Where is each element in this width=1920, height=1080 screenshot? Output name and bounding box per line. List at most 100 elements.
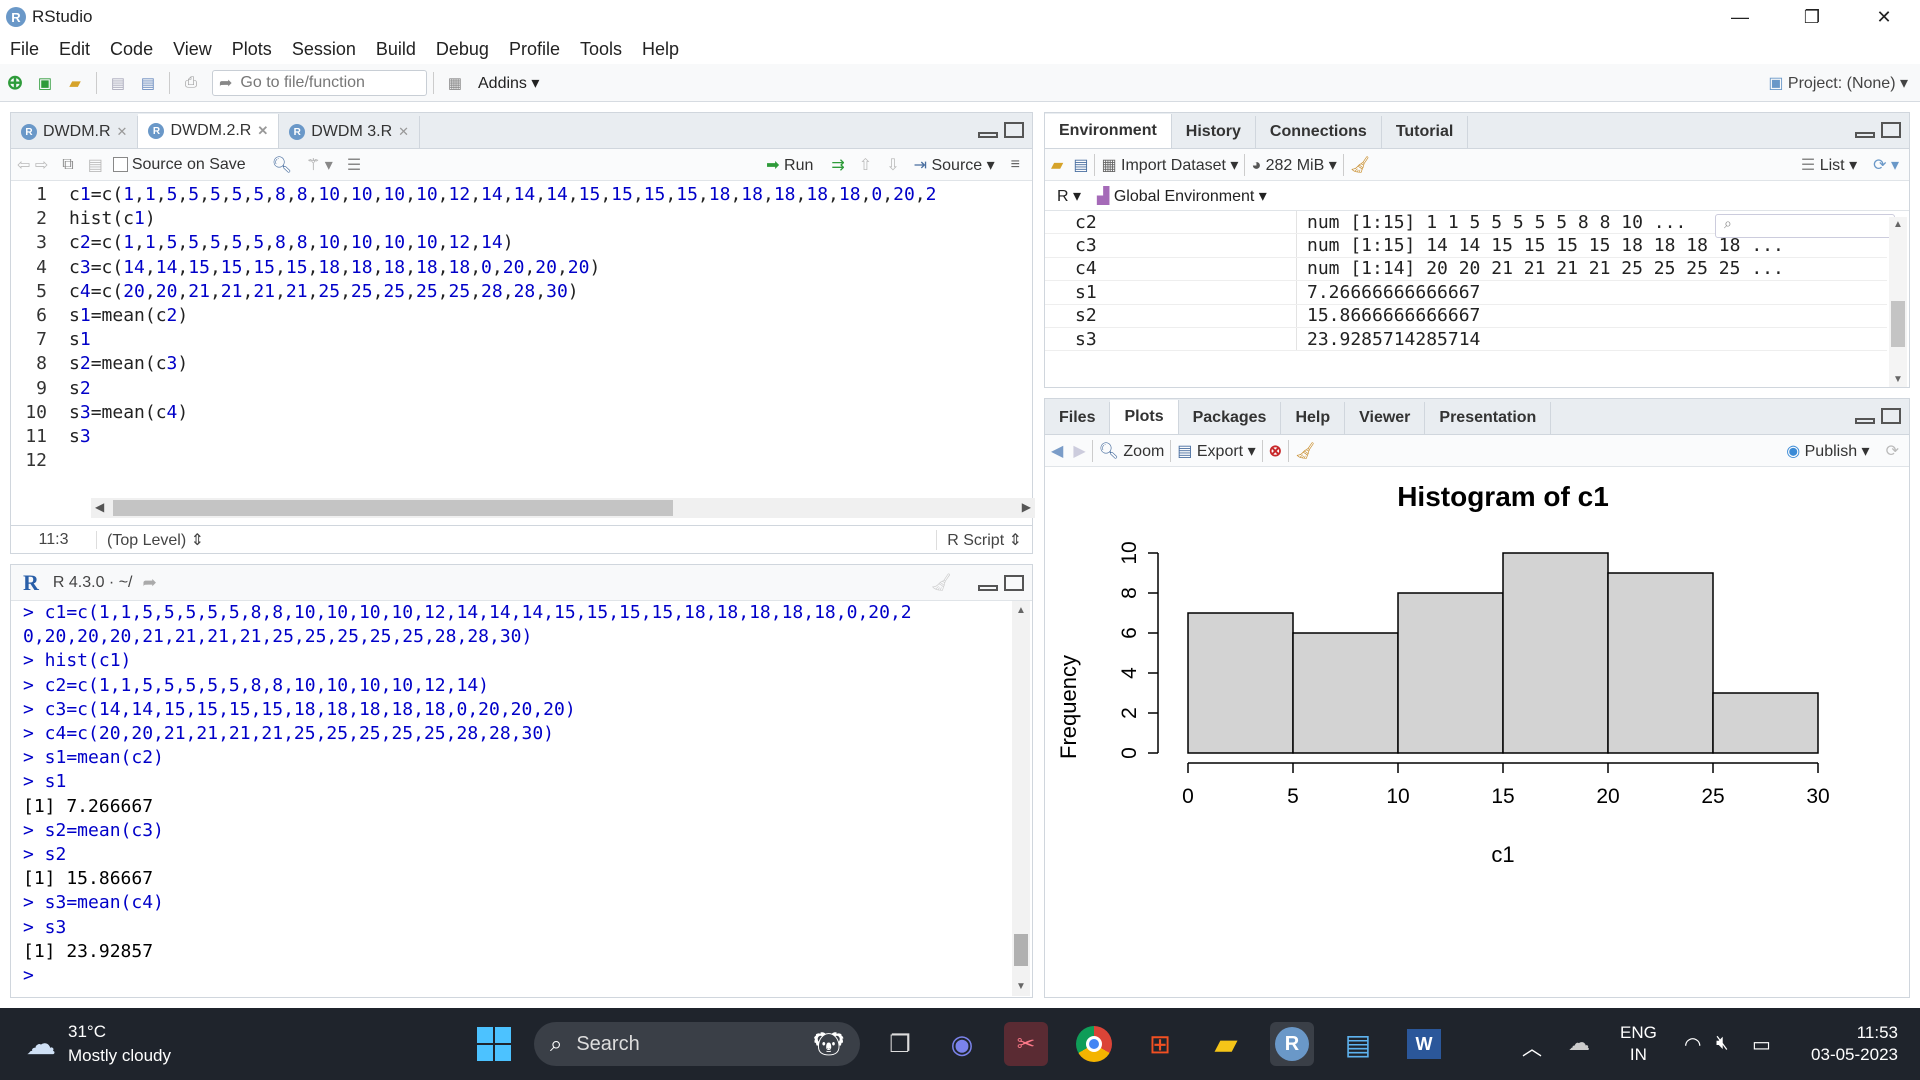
language-selector[interactable]: R ▾ bbox=[1057, 186, 1081, 206]
weather-widget[interactable]: ☁ 31°C Mostly cloudy bbox=[26, 1020, 171, 1068]
volume-muted-icon[interactable]: 🔇︎ bbox=[1716, 1032, 1729, 1055]
wifi-icon[interactable]: ◠ bbox=[1684, 1032, 1701, 1057]
code-line[interactable]: 3 c2=c(1,1,5,5,5,5,5,8,8,10,10,10,10,12,1… bbox=[11, 231, 1032, 255]
menu-item-plots[interactable]: Plots bbox=[222, 39, 282, 60]
tab-dwdm-r[interactable]: R DWDM.R ✕ bbox=[11, 116, 139, 148]
minimize-pane-icon[interactable] bbox=[978, 585, 998, 591]
menu-item-code[interactable]: Code bbox=[100, 39, 163, 60]
refresh-icon[interactable]: ⟳ bbox=[1886, 441, 1899, 461]
tab-tutorial[interactable]: Tutorial bbox=[1382, 116, 1469, 148]
code-line[interactable]: 1 c1=c(1,1,5,5,5,5,5,8,8,10,10,10,10,12,1… bbox=[11, 183, 1032, 207]
source-button[interactable]: ⇥ Source ▾ bbox=[914, 155, 995, 175]
export-button[interactable]: ▤ Export ▾ bbox=[1177, 441, 1255, 461]
environment-row[interactable]: c4 num [1:14] 20 20 21 21 21 21 25 25 25 … bbox=[1045, 257, 1887, 282]
horizontal-scrollbar[interactable]: ◀ ▶ bbox=[91, 498, 1035, 518]
code-line[interactable]: 8 s2=mean(c3) bbox=[11, 352, 1032, 376]
tab-environment[interactable]: Environment bbox=[1045, 114, 1172, 148]
environment-scrollbar[interactable]: ▲ ▼ bbox=[1889, 217, 1907, 387]
open-file-icon[interactable]: ▰ bbox=[63, 71, 87, 95]
tab-help[interactable]: Help bbox=[1281, 402, 1346, 434]
microsoft-store-icon[interactable]: ⊞ bbox=[1138, 1022, 1182, 1066]
clear-plots-icon[interactable]: 🧹︎ bbox=[1295, 441, 1315, 461]
close-tab-icon[interactable]: ✕ bbox=[398, 124, 409, 140]
show-in-window-icon[interactable]: ⧉ bbox=[62, 156, 73, 174]
previous-plot-icon[interactable]: ◀ bbox=[1051, 441, 1063, 461]
restore-button[interactable]: ❐ bbox=[1776, 0, 1848, 34]
file-type-selector[interactable]: R Script ⇕ bbox=[936, 529, 1032, 550]
save-icon[interactable]: ▤ bbox=[106, 71, 130, 95]
code-line[interactable]: 12 bbox=[11, 449, 1032, 473]
source-on-save-checkbox[interactable] bbox=[112, 157, 128, 172]
magic-wand-icon[interactable]: ⚚ ▾ bbox=[306, 155, 333, 175]
code-line[interactable]: 6 s1=mean(c2) bbox=[11, 304, 1032, 328]
snipping-tool-icon[interactable]: ✂ bbox=[1004, 1022, 1048, 1066]
load-workspace-icon[interactable]: ▰ bbox=[1051, 155, 1063, 175]
maximize-pane-icon[interactable] bbox=[1004, 122, 1024, 138]
maximize-pane-icon[interactable] bbox=[1881, 408, 1901, 424]
menu-item-help[interactable]: Help bbox=[632, 39, 689, 60]
menu-item-file[interactable]: File bbox=[0, 39, 49, 60]
tab-connections[interactable]: Connections bbox=[1256, 116, 1382, 148]
console-scrollbar[interactable]: ▲ ▼ bbox=[1012, 601, 1030, 996]
save-workspace-icon[interactable]: ▤ bbox=[1073, 155, 1088, 175]
save-icon[interactable]: ▤ bbox=[88, 155, 103, 175]
clear-objects-icon[interactable]: 🧹︎ bbox=[1350, 155, 1370, 175]
tab-files[interactable]: Files bbox=[1045, 402, 1111, 434]
menu-item-profile[interactable]: Profile bbox=[499, 39, 570, 60]
menu-item-build[interactable]: Build bbox=[366, 39, 426, 60]
menu-item-edit[interactable]: Edit bbox=[49, 39, 100, 60]
code-line[interactable]: 10 s3=mean(c4) bbox=[11, 401, 1032, 425]
language-indicator[interactable]: ENG IN bbox=[1620, 1022, 1657, 1066]
run-button[interactable]: ➡ Run bbox=[766, 155, 813, 175]
task-view-icon[interactable]: ❐ bbox=[878, 1022, 922, 1066]
code-line[interactable]: 5 c4=c(20,20,21,21,21,21,25,25,25,25,25,2… bbox=[11, 280, 1032, 304]
addins-menu[interactable]: Addins ▾ bbox=[478, 73, 539, 93]
clock[interactable]: 11:53 03-05-2023 bbox=[1800, 1022, 1898, 1066]
rstudio-taskbar-icon[interactable]: R bbox=[1270, 1022, 1314, 1066]
compile-report-icon[interactable]: ☰ bbox=[347, 155, 361, 175]
refresh-icon[interactable]: ⟳ ▾ bbox=[1873, 155, 1899, 175]
maximize-pane-icon[interactable] bbox=[1004, 575, 1024, 591]
code-line[interactable]: 11 s3 bbox=[11, 425, 1032, 449]
console-output[interactable]: > c1=c(1,1,5,5,5,5,5,8,8,10,10,10,10,12,… bbox=[11, 601, 1032, 995]
go-to-directory-icon[interactable]: ➦ bbox=[142, 573, 156, 593]
start-button[interactable] bbox=[472, 1022, 516, 1066]
scope-selector[interactable]: (Top Level) ⇕ bbox=[97, 530, 204, 550]
save-all-icon[interactable]: ▤ bbox=[136, 71, 160, 95]
menu-item-session[interactable]: Session bbox=[282, 39, 366, 60]
outline-icon[interactable]: ≡ bbox=[1011, 156, 1020, 174]
environment-search-input[interactable]: ⌕ bbox=[1715, 214, 1895, 238]
back-icon[interactable]: ⇦ ⇨ bbox=[17, 155, 48, 175]
code-line[interactable]: 9 s2 bbox=[11, 377, 1032, 401]
tab-dwdm-3-r[interactable]: R DWDM 3.R ✕ bbox=[279, 116, 421, 148]
rerun-icon[interactable]: ⇉ bbox=[831, 155, 844, 175]
remove-plot-icon[interactable]: ⊗ bbox=[1269, 441, 1282, 461]
minimize-pane-icon[interactable] bbox=[1855, 418, 1875, 424]
menu-item-debug[interactable]: Debug bbox=[426, 39, 499, 60]
notepad-icon[interactable]: ▤ bbox=[1336, 1022, 1380, 1066]
memory-usage-button[interactable]: ◕ 282 MiB ▾ bbox=[1251, 155, 1336, 175]
code-line[interactable]: 2 hist(c1) bbox=[11, 207, 1032, 231]
clear-console-icon[interactable]: 🧹︎ bbox=[930, 573, 952, 593]
tab-plots[interactable]: Plots bbox=[1110, 400, 1179, 434]
battery-icon[interactable]: ▭ bbox=[1752, 1032, 1771, 1057]
zoom-button[interactable]: 🔍︎ Zoom bbox=[1099, 441, 1165, 461]
go-to-file-input[interactable]: ➦ Go to file/function bbox=[212, 69, 427, 96]
grid-layout-icon[interactable]: ▦ bbox=[443, 71, 467, 95]
environment-row[interactable]: s1 7.26666666666667 bbox=[1045, 281, 1887, 305]
environment-row[interactable]: s3 23.9285714285714 bbox=[1045, 327, 1887, 352]
tab-dwdm-2-r[interactable]: R DWDM.2.R ✕ bbox=[138, 114, 280, 148]
code-line[interactable]: 4 c3=c(14,14,15,15,15,15,18,18,18,18,18,0… bbox=[11, 256, 1032, 280]
code-line[interactable]: 7 s1 bbox=[11, 328, 1032, 352]
word-icon[interactable]: W bbox=[1402, 1022, 1446, 1066]
menu-item-view[interactable]: View bbox=[163, 39, 222, 60]
teams-chat-icon[interactable]: ◉ bbox=[940, 1022, 984, 1066]
new-file-icon[interactable]: ⊕ bbox=[3, 71, 27, 95]
close-tab-icon[interactable]: ✕ bbox=[257, 123, 268, 139]
minimize-pane-icon[interactable] bbox=[978, 132, 998, 138]
down-arrow-icon[interactable]: ⇩ bbox=[886, 155, 899, 175]
tab-history[interactable]: History bbox=[1172, 116, 1256, 148]
minimize-pane-icon[interactable] bbox=[1855, 132, 1875, 138]
view-mode-button[interactable]: ☰ List ▾ bbox=[1801, 155, 1857, 175]
new-project-icon[interactable]: ▣ bbox=[33, 71, 57, 95]
